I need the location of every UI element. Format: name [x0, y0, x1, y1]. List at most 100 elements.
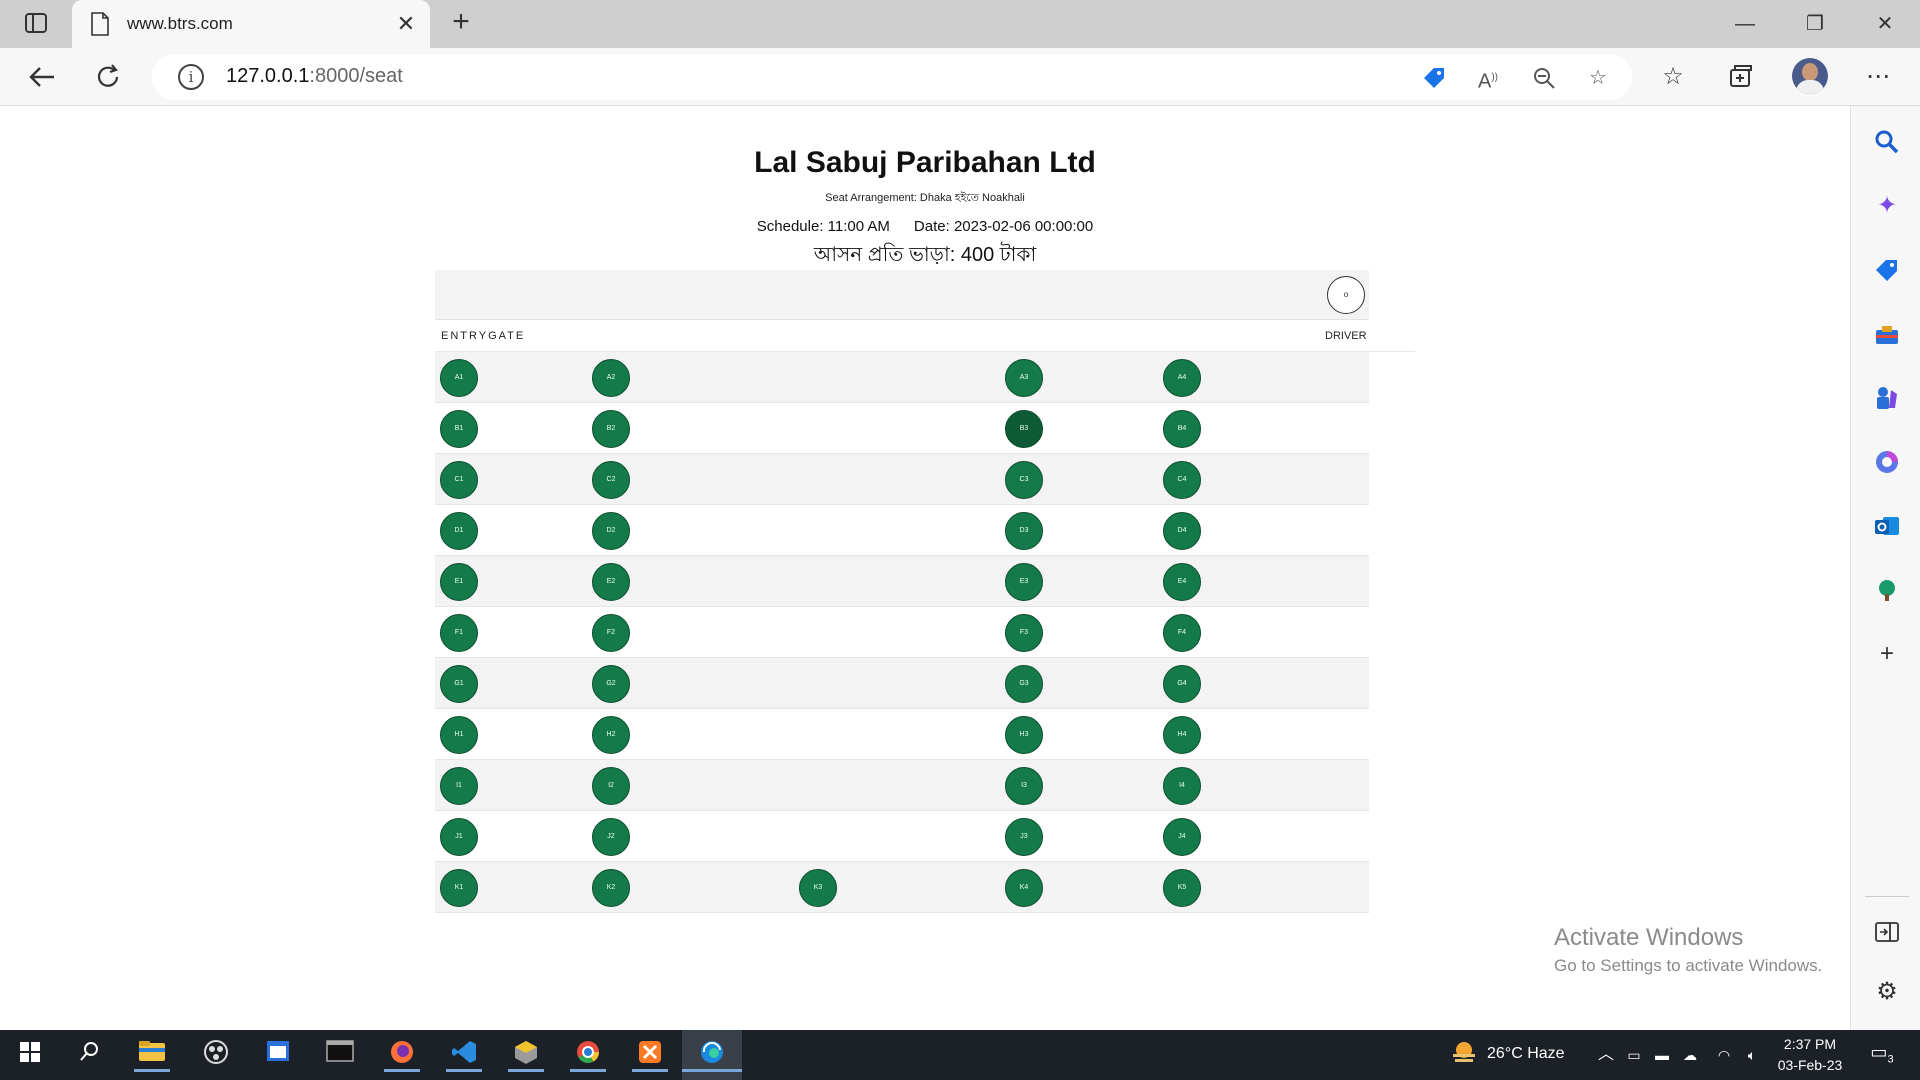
weather-text[interactable]: 26°C Haze	[1487, 1045, 1565, 1063]
shopping-icon[interactable]	[1873, 256, 1901, 284]
weather-icon[interactable]	[1446, 1038, 1482, 1072]
seat-c4-button[interactable]: C4	[1163, 461, 1201, 499]
clock-date: 03-Feb-23	[1777, 1057, 1843, 1073]
add-favorite-icon[interactable]: ☆	[1584, 64, 1612, 92]
seat-a3-button[interactable]: A3	[1005, 359, 1043, 397]
seat-i1-button[interactable]: I1	[440, 767, 478, 805]
seat-g3-button[interactable]: G3	[1005, 665, 1043, 703]
seat-j2-button[interactable]: J2	[592, 818, 630, 856]
read-aloud-icon[interactable]: A))	[1474, 64, 1502, 93]
firefox-icon[interactable]	[384, 1038, 420, 1072]
chrome-icon[interactable]	[570, 1038, 606, 1072]
windows-taskbar: 26°C Haze ︿ ▭ ▬ ☁ ◠ 🔈︎ 2:37 PM 03-Feb-23…	[0, 1030, 1920, 1080]
seat-b2-button[interactable]: B2	[592, 410, 630, 448]
close-window-button[interactable]: ✕	[1862, 6, 1908, 42]
seat-k4-button[interactable]: K4	[1005, 869, 1043, 907]
seat-f2-button[interactable]: F2	[592, 614, 630, 652]
browser-tab[interactable]: www.btrs.com ✕	[72, 0, 430, 48]
seat-j4-button[interactable]: J4	[1163, 818, 1201, 856]
new-tab-button[interactable]: +	[446, 7, 476, 38]
notification-count: 3	[1887, 1053, 1894, 1066]
seat-k1-button[interactable]: K1	[440, 869, 478, 907]
notification-center-icon[interactable]: ▭3	[1868, 1042, 1896, 1068]
zoom-out-icon[interactable]	[1530, 64, 1558, 92]
vscode-icon[interactable]	[446, 1038, 482, 1072]
seat-h2-button[interactable]: H2	[592, 716, 630, 754]
seat-row: D1 D2 D3 D4	[435, 505, 1369, 556]
refresh-icon[interactable]	[90, 59, 126, 95]
shopping-tag-icon[interactable]	[1420, 64, 1448, 92]
seat-c3-button[interactable]: C3	[1005, 461, 1043, 499]
seat-i2-button[interactable]: I2	[592, 767, 630, 805]
office-icon[interactable]	[1873, 448, 1901, 476]
seat-e3-button[interactable]: E3	[1005, 563, 1043, 601]
seat-b3-button[interactable]: B3	[1005, 410, 1043, 448]
tab-actions-button[interactable]	[12, 10, 60, 38]
seat-e4-button[interactable]: E4	[1163, 563, 1201, 601]
system-clock[interactable]: 2:37 PM 03-Feb-23	[1770, 1034, 1850, 1076]
xampp-icon[interactable]	[632, 1038, 668, 1072]
settings-gear-icon[interactable]: ⚙	[1873, 978, 1901, 1006]
collections-icon[interactable]	[1722, 59, 1758, 95]
volume-icon[interactable]: 🔈︎	[1734, 1038, 1770, 1072]
tree-icon[interactable]	[1873, 576, 1901, 604]
seat-j1-button[interactable]: J1	[440, 818, 478, 856]
seat-h3-button[interactable]: H3	[1005, 716, 1043, 754]
games-icon[interactable]	[1873, 384, 1901, 412]
seat-a1-button[interactable]: A1	[440, 359, 478, 397]
steering-wheel-icon: o	[1327, 276, 1365, 314]
seat-d2-button[interactable]: D2	[592, 512, 630, 550]
address-bar[interactable]: i 127.0.0.1:8000/seat A)) ☆	[152, 54, 1632, 100]
windows-start-icon[interactable]	[12, 1038, 48, 1072]
restore-button[interactable]: ❐	[1792, 6, 1838, 42]
back-arrow-icon[interactable]	[24, 59, 60, 95]
seat-b1-button[interactable]: B1	[440, 410, 478, 448]
seat-c1-button[interactable]: C1	[440, 461, 478, 499]
seat-f1-button[interactable]: F1	[440, 614, 478, 652]
seat-h1-button[interactable]: H1	[440, 716, 478, 754]
seat-a2-button[interactable]: A2	[592, 359, 630, 397]
tools-icon[interactable]	[1873, 320, 1901, 348]
seat-row: I1 I2 I3 I4	[435, 760, 1369, 811]
seat-a4-button[interactable]: A4	[1163, 359, 1201, 397]
search-icon[interactable]	[1873, 128, 1901, 156]
hide-sidebar-icon[interactable]	[1873, 918, 1901, 946]
profile-avatar[interactable]	[1792, 58, 1828, 94]
file-explorer-icon[interactable]	[134, 1038, 170, 1072]
more-menu-icon[interactable]: ⋯	[1860, 59, 1896, 95]
seat-e1-button[interactable]: E1	[440, 563, 478, 601]
taskbar-search-icon[interactable]	[72, 1038, 108, 1072]
outlook-icon[interactable]	[1873, 512, 1901, 540]
obs-studio-icon[interactable]	[198, 1038, 234, 1072]
favorites-icon[interactable]: ☆	[1655, 59, 1691, 95]
seat-h4-button[interactable]: H4	[1163, 716, 1201, 754]
seat-b4-button[interactable]: B4	[1163, 410, 1201, 448]
add-sidebar-app-icon[interactable]: +	[1873, 640, 1901, 668]
seat-g2-button[interactable]: G2	[592, 665, 630, 703]
seat-i4-button[interactable]: I4	[1163, 767, 1201, 805]
minimize-button[interactable]: —	[1722, 6, 1768, 42]
seat-g1-button[interactable]: G1	[440, 665, 478, 703]
seat-f3-button[interactable]: F3	[1005, 614, 1043, 652]
seat-d4-button[interactable]: D4	[1163, 512, 1201, 550]
seat-k2-button[interactable]: K2	[592, 869, 630, 907]
seat-f4-button[interactable]: F4	[1163, 614, 1201, 652]
seat-g4-button[interactable]: G4	[1163, 665, 1201, 703]
close-tab-icon[interactable]: ✕	[394, 10, 418, 38]
seat-d1-button[interactable]: D1	[440, 512, 478, 550]
terminal-icon[interactable]	[322, 1038, 358, 1072]
tab-bar: www.btrs.com ✕ + — ❐ ✕	[0, 0, 1920, 48]
seat-k5-button[interactable]: K5	[1163, 869, 1201, 907]
seat-c2-button[interactable]: C2	[592, 461, 630, 499]
copilot-sparkle-icon[interactable]: ✦	[1873, 192, 1901, 220]
app-cube-icon[interactable]	[508, 1038, 544, 1072]
site-info-icon[interactable]: i	[178, 64, 204, 90]
edge-icon[interactable]	[682, 1038, 742, 1072]
app-window-icon[interactable]	[260, 1038, 296, 1072]
seat-j3-button[interactable]: J3	[1005, 818, 1043, 856]
seat-d3-button[interactable]: D3	[1005, 512, 1043, 550]
seat-k3-button[interactable]: K3	[799, 869, 837, 907]
seat-i3-button[interactable]: I3	[1005, 767, 1043, 805]
seat-e2-button[interactable]: E2	[592, 563, 630, 601]
onedrive-icon[interactable]: ☁	[1672, 1038, 1708, 1072]
